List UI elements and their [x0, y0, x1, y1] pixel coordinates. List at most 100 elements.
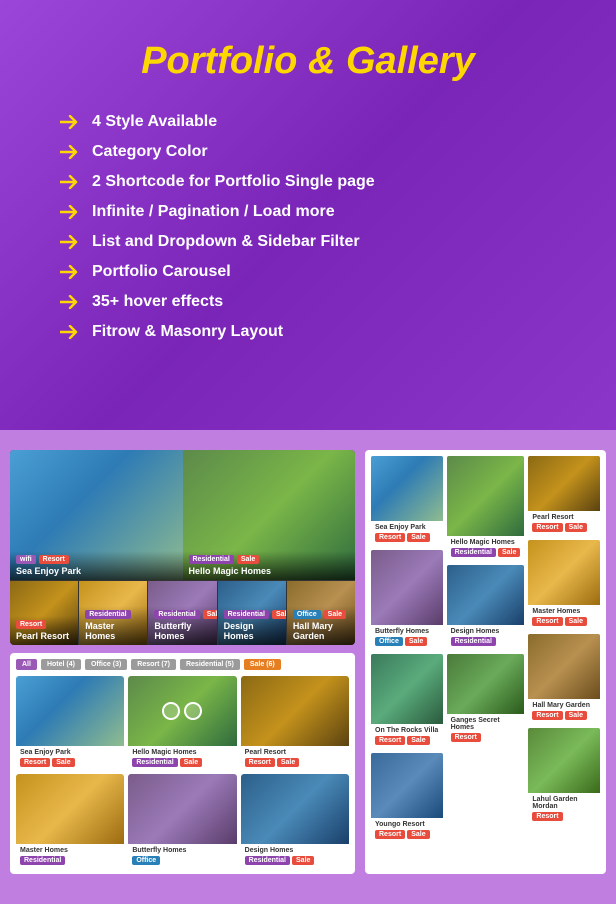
mi-tag-4b: Sale — [407, 830, 429, 839]
prop-overlay-1: wifi Resort Sea Enjoy Park — [10, 551, 183, 580]
feature-text: List and Dropdown & Sidebar Filter — [92, 233, 360, 251]
feature-text: 35+ hover effects — [92, 293, 223, 311]
feature-item: Fitrow & Masonry Layout — [60, 323, 556, 341]
mi-tag-4a: Resort — [375, 830, 405, 839]
masonry-item-2[interactable]: Butterfly HomesOfficeSale — [371, 550, 443, 650]
carousel-preview: wifi Resort Sea Enjoy Park Residential S… — [10, 450, 355, 645]
thumb-tag-5: Office — [293, 610, 321, 619]
previews-section: wifi Resort Sea Enjoy Park Residential S… — [0, 430, 616, 904]
mi-tag-10b: Sale — [565, 711, 587, 720]
hero-title: Portfolio & Gallery — [60, 40, 556, 83]
preview-right: Sea Enjoy ParkResortSale Butterfly Homes… — [365, 450, 606, 874]
filter-office[interactable]: Office (3) — [85, 659, 127, 670]
tag-wifi: wifi — [16, 555, 36, 564]
prop-tags-1: wifi Resort — [16, 555, 177, 564]
filter-sale[interactable]: Sale (6) — [244, 659, 281, 670]
grid-item-3[interactable]: Pearl ResortResortSale — [241, 676, 349, 770]
thumb-tag-2: Residential — [85, 610, 130, 619]
mi-tag-6a: Residential — [451, 637, 496, 646]
feature-item: Portfolio Carousel — [60, 263, 556, 281]
gi-tag-1a: Resort — [20, 758, 50, 767]
arrow-icon — [60, 235, 80, 249]
mi-tag-10a: Resort — [532, 711, 562, 720]
thumb-overlay-2: Residential Master Homes — [79, 606, 147, 645]
thumb-overlay-1: Resort Pearl Resort — [10, 616, 78, 645]
feature-text: Infinite / Pagination / Load more — [92, 203, 335, 221]
grid-item-6[interactable]: Design HomesResidentialSale — [241, 774, 349, 868]
masonry-item-1[interactable]: Sea Enjoy ParkResortSale — [371, 456, 443, 546]
masonry-item-6[interactable]: Design HomesResidential — [447, 565, 525, 650]
thumb-tag-1: Resort — [16, 620, 46, 629]
mi-tag-8b: Sale — [565, 523, 587, 532]
mi-tag-1a: Resort — [375, 533, 405, 542]
thumb-overlay-5: OfficeSale Hall Mary Garden — [287, 606, 355, 645]
grid-item-5[interactable]: Butterfly HomesOffice — [128, 774, 236, 868]
thumb-5[interactable]: OfficeSale Hall Mary Garden — [287, 581, 355, 645]
gi-tag-6a: Residential — [245, 856, 290, 865]
masonry-item-11[interactable]: Lahul Garden MordanResort — [528, 728, 600, 825]
thumb-tag-3b: Sale — [203, 610, 218, 619]
gi-tag-6b: Sale — [292, 856, 314, 865]
carousel-thumbs: Resort Pearl Resort Residential Master H… — [10, 580, 355, 645]
preview-left: wifi Resort Sea Enjoy Park Residential S… — [10, 450, 355, 874]
filter-resort[interactable]: Resort (7) — [131, 659, 176, 670]
thumb-tag-4b: Sale — [272, 610, 287, 619]
feature-item: 4 Style Available — [60, 113, 556, 131]
masonry-item-9[interactable]: Master HomesResortSale — [528, 540, 600, 630]
thumb-2[interactable]: Residential Master Homes — [79, 581, 148, 645]
masonry-item-5[interactable]: Hello Magic HomesResidentialSale — [447, 456, 525, 561]
mi-tag-7a: Resort — [451, 733, 481, 742]
prop-overlay-2: Residential Sale Hello Magic Homes — [183, 551, 356, 580]
filter-all[interactable]: All — [16, 659, 37, 670]
thumb-1[interactable]: Resort Pearl Resort — [10, 581, 79, 645]
masonry-item-3[interactable]: On The Rocks VillaResortSale — [371, 654, 443, 749]
gi-tag-3a: Resort — [245, 758, 275, 767]
masonry-item-8[interactable]: Pearl ResortResortSale — [528, 456, 600, 536]
masonry-col-2: Hello Magic HomesResidentialSale Design … — [447, 456, 525, 843]
grid-item-2[interactable]: Hello Magic HomesResidentialSale — [128, 676, 236, 770]
thumb-4[interactable]: ResidentialSale Design Homes — [218, 581, 287, 645]
tag-sale-1: Sale — [237, 555, 259, 564]
gi-tag-3b: Sale — [277, 758, 299, 767]
arrow-icon — [60, 175, 80, 189]
mi-tag-1b: Sale — [407, 533, 429, 542]
thumb-tag-4: Residential — [224, 610, 269, 619]
thumb-overlay-4: ResidentialSale Design Homes — [218, 606, 286, 645]
filter-hotel[interactable]: Hotel (4) — [41, 659, 81, 670]
filter-residential[interactable]: Residential (5) — [180, 659, 240, 670]
tag-resort-1: Resort — [39, 555, 69, 564]
feature-item: List and Dropdown & Sidebar Filter — [60, 233, 556, 251]
prop-tags-2: Residential Sale — [189, 555, 350, 564]
arrow-icon — [60, 145, 80, 159]
carousel-main-2: Residential Sale Hello Magic Homes — [183, 450, 356, 580]
grid-item-4[interactable]: Master HomesResidential — [16, 774, 124, 868]
gi-tag-2b: Sale — [180, 758, 202, 767]
masonry-col-3: Pearl ResortResortSale Master HomesResor… — [528, 456, 600, 843]
tag-residential-1: Residential — [189, 555, 234, 564]
feature-text: Fitrow & Masonry Layout — [92, 323, 283, 341]
grid-items: Sea Enjoy ParkResortSale Hello Magic Hom… — [16, 676, 349, 868]
feature-item: 2 Shortcode for Portfolio Single page — [60, 173, 556, 191]
masonry-item-7[interactable]: Ganges Secret HomesResort — [447, 654, 525, 746]
masonry-item-4[interactable]: Youngo ResortResortSale — [371, 753, 443, 843]
thumb-tag-5b: Sale — [324, 610, 346, 619]
gi-tag-1b: Sale — [52, 758, 74, 767]
feature-item: 35+ hover effects — [60, 293, 556, 311]
thumb-name-1: Pearl Resort — [16, 631, 72, 641]
gi-tag-4a: Residential — [20, 856, 65, 865]
arrow-icon — [60, 265, 80, 279]
gi-tag-5a: Office — [132, 856, 160, 865]
mi-tag-3b: Sale — [407, 736, 429, 745]
arrow-icon — [60, 205, 80, 219]
grid-item-1[interactable]: Sea Enjoy ParkResortSale — [16, 676, 124, 770]
feature-item: Category Color — [60, 143, 556, 161]
grid-preview: All Hotel (4) Office (3) Resort (7) Resi… — [10, 653, 355, 874]
feature-text: Portfolio Carousel — [92, 263, 231, 281]
feature-text: 2 Shortcode for Portfolio Single page — [92, 173, 375, 191]
masonry-item-10[interactable]: Hall Mary GardenResortSale — [528, 634, 600, 724]
carousel-main-1: wifi Resort Sea Enjoy Park — [10, 450, 183, 580]
gi-tag-2a: Residential — [132, 758, 177, 767]
mi-tag-2a: Office — [375, 637, 403, 646]
thumb-3[interactable]: ResidentialSale Butterfly Homes — [148, 581, 217, 645]
mi-tag-9a: Resort — [532, 617, 562, 626]
